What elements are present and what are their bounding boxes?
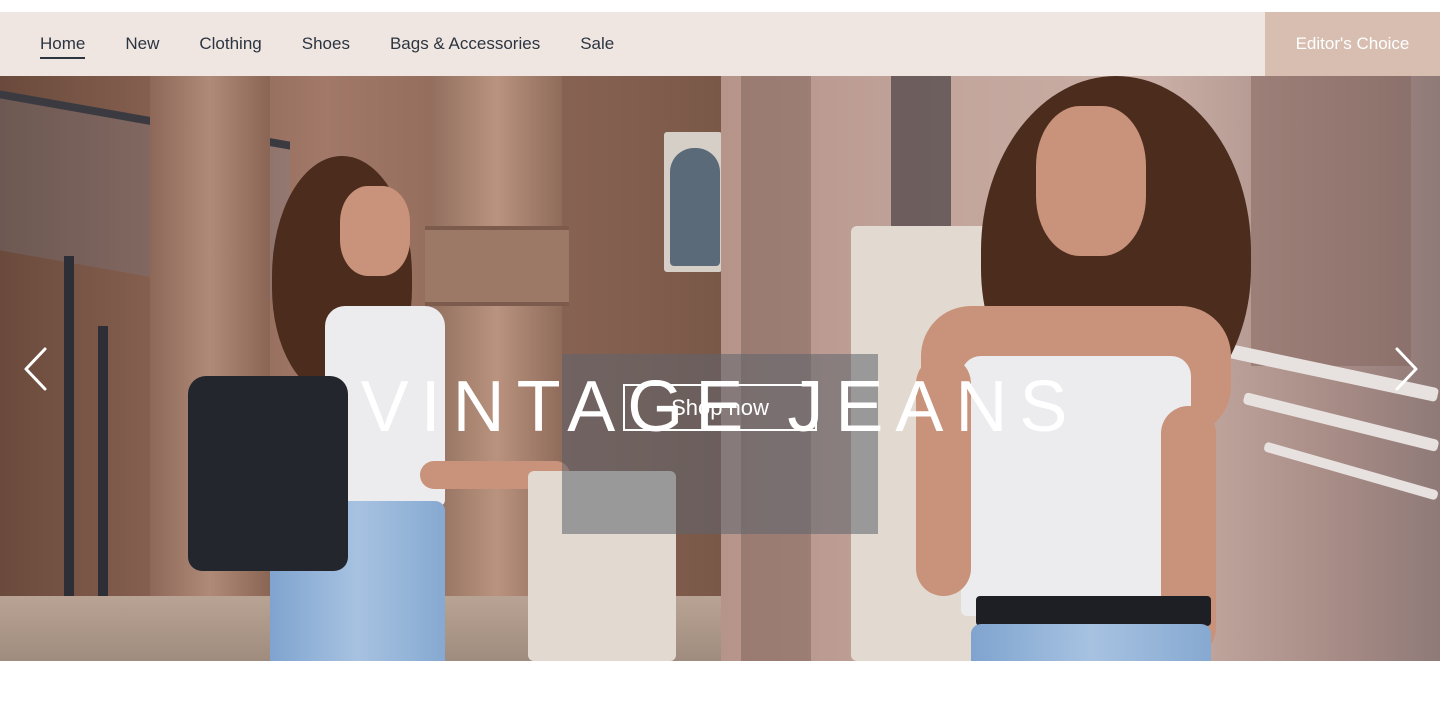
carousel-next-button[interactable]	[1392, 345, 1422, 393]
bust-relief	[670, 148, 720, 266]
railing-bar	[1263, 441, 1439, 501]
column-capital	[425, 226, 569, 306]
nav-item-new[interactable]: New	[125, 12, 159, 76]
shop-now-button[interactable]: Shop now	[623, 384, 817, 431]
editors-choice-button[interactable]: Editor's Choice	[1265, 12, 1440, 76]
chevron-right-icon	[1395, 347, 1418, 391]
hero-carousel: VINTAGE JEANS Shop now	[0, 76, 1440, 661]
model-face	[340, 186, 410, 276]
background-column	[1251, 76, 1411, 366]
nav-links: Home New Clothing Shoes Bags & Accessori…	[0, 12, 654, 76]
nav-item-sale[interactable]: Sale	[580, 12, 614, 76]
nav-item-shoes[interactable]: Shoes	[302, 12, 350, 76]
nav-item-home[interactable]: Home	[40, 12, 86, 76]
nav-item-clothing[interactable]: Clothing	[199, 12, 261, 76]
model-face	[1036, 106, 1146, 256]
belt	[976, 596, 1211, 626]
top-navigation: Home New Clothing Shoes Bags & Accessori…	[0, 12, 1440, 76]
model-jeans	[971, 624, 1211, 661]
nav-item-bags-accessories[interactable]: Bags & Accessories	[390, 12, 540, 76]
chevron-left-icon	[24, 347, 47, 391]
carousel-prev-button[interactable]	[20, 345, 50, 393]
